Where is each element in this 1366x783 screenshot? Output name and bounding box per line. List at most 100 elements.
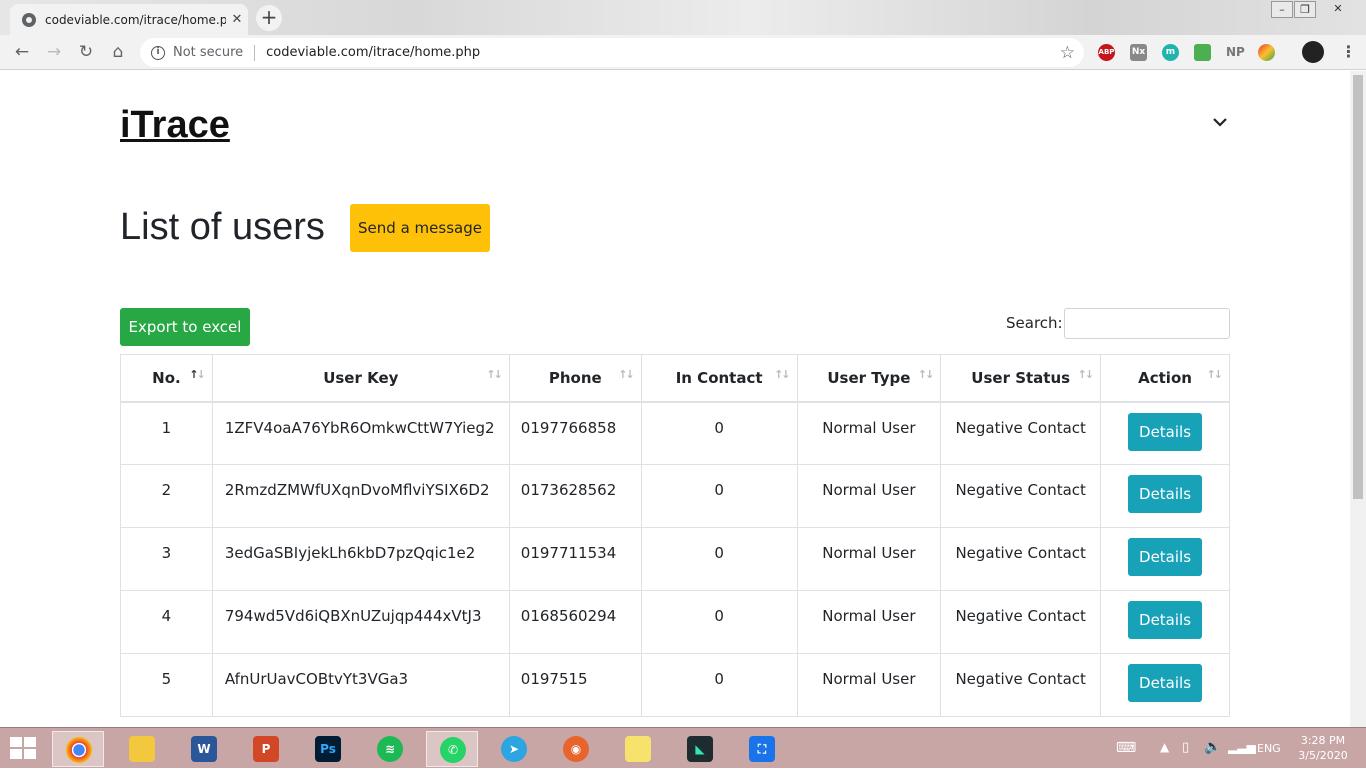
back-arrow-icon[interactable]: ←	[11, 41, 33, 63]
taskbar-clock[interactable]: 3:28 PM 3/5/2020	[1296, 733, 1350, 763]
header-user-key[interactable]: User Key ↑↓	[211, 354, 510, 403]
header-user-type[interactable]: User Type ↑↓	[796, 354, 942, 403]
windows-start-icon[interactable]	[10, 737, 38, 761]
bookmark-star-icon[interactable]: ☆	[1060, 43, 1075, 63]
sort-icon[interactable]: ↑↓	[189, 368, 206, 381]
color-extension-icon[interactable]	[1258, 44, 1275, 61]
taskbar-powerpoint[interactable]: P	[240, 731, 292, 767]
minimize-button[interactable]: –	[1271, 1, 1293, 18]
inbox-extension-icon[interactable]	[1194, 44, 1211, 61]
header-label: Phone	[548, 368, 602, 387]
forward-arrow-icon[interactable]: →	[43, 41, 65, 63]
cell-user-key: AfnUrUavCOBtvYt3VGa3	[211, 653, 510, 717]
taskbar-word[interactable]: W	[178, 731, 230, 767]
new-tab-button[interactable]: +	[256, 5, 282, 31]
cell-action: Details	[1100, 527, 1230, 591]
header-no[interactable]: No. ↑↓	[120, 354, 213, 403]
word-icon: W	[191, 736, 217, 762]
close-tab-icon[interactable]: ✕	[226, 12, 248, 27]
m-extension-icon[interactable]: m	[1162, 44, 1179, 61]
keyboard-icon[interactable]: ⌨	[1116, 740, 1136, 781]
sort-icon[interactable]: ↑↓	[486, 368, 503, 381]
header-label: User Status	[971, 368, 1071, 387]
cell-user-key: 3edGaSBIyjekLh6kbD7pzQqic1e2	[211, 527, 510, 591]
sort-icon[interactable]: ↑↓	[774, 368, 791, 381]
volume-icon[interactable]: 🔈	[1204, 739, 1221, 780]
cell-user-status: Negative Contact	[940, 464, 1102, 528]
battery-icon[interactable]: ▯	[1182, 740, 1189, 781]
url-text[interactable]: codeviable.com/itrace/home.php	[266, 45, 1060, 60]
nx-extension-icon[interactable]: Nx	[1130, 44, 1147, 61]
taskbar-photoshop[interactable]: Ps	[302, 731, 354, 767]
details-button[interactable]: Details	[1128, 601, 1203, 639]
restore-button[interactable]: ❐	[1294, 1, 1316, 18]
taskbar-telegram[interactable]: ➤	[488, 731, 540, 767]
taskbar-app-orange[interactable]: ◉	[550, 731, 602, 767]
send-message-button[interactable]: Send a message	[350, 204, 490, 252]
screenshot-icon: ⛶	[749, 736, 775, 762]
taskbar-chrome[interactable]	[52, 731, 104, 767]
tray-overflow-icon[interactable]: ▲	[1160, 740, 1169, 781]
cell-phone: 0197515	[508, 653, 642, 717]
adblock-extension-icon[interactable]: ABP	[1098, 44, 1115, 61]
table-row: 5 AfnUrUavCOBtvYt3VGa3 0197515 0 Normal …	[120, 653, 1230, 717]
taskbar-whatsapp[interactable]: ✆	[426, 731, 478, 767]
cell-user-status: Negative Contact	[940, 653, 1102, 717]
sort-icon[interactable]: ↑↓	[1078, 368, 1095, 381]
brand-link[interactable]: iTrace	[120, 104, 230, 147]
browser-tab[interactable]: codeviable.com/itrace/home.php ✕	[10, 4, 248, 35]
header-label: Action	[1138, 368, 1192, 387]
export-excel-button[interactable]: Export to excel	[120, 308, 250, 346]
cell-no: 2	[120, 464, 213, 528]
header-label: In Contact	[675, 368, 763, 387]
taskbar-filmora[interactable]: ◣	[674, 731, 726, 767]
np-extension-icon[interactable]: NP	[1226, 44, 1245, 61]
reload-icon[interactable]: ↻	[75, 41, 97, 63]
sort-icon[interactable]: ↑↓	[918, 368, 935, 381]
cell-user-key: 1ZFV4oaA76YbR6OmkwCttW7Yieg2	[211, 401, 510, 465]
clock-date: 3/5/2020	[1298, 749, 1348, 762]
taskbar-file-explorer[interactable]	[116, 731, 168, 767]
close-window-button[interactable]: ✕	[1318, 1, 1358, 18]
details-button[interactable]: Details	[1128, 412, 1203, 451]
info-icon[interactable]: i	[151, 45, 165, 60]
powerpoint-icon: P	[253, 736, 279, 762]
sort-icon[interactable]: ↑↓	[618, 368, 635, 381]
security-label: Not secure	[173, 45, 244, 60]
search-input[interactable]	[1064, 308, 1230, 339]
whatsapp-icon: ✆	[440, 737, 466, 763]
details-button[interactable]: Details	[1128, 538, 1203, 576]
omnibox-divider	[254, 44, 256, 61]
address-bar[interactable]: i Not secure codeviable.com/itrace/home.…	[140, 38, 1084, 67]
sort-icon[interactable]: ↑↓	[1207, 368, 1224, 381]
chevron-down-icon[interactable]	[1212, 116, 1228, 128]
cell-phone: 0197766858	[508, 401, 642, 465]
cell-no: 3	[120, 527, 213, 591]
folder-icon	[129, 736, 155, 762]
menu-kebab-icon[interactable]: ⋮	[1340, 43, 1357, 60]
profile-avatar[interactable]	[1302, 41, 1324, 63]
table-row: 4 794wd5Vd6iQBXnUZujqp444xVtJ3 016856029…	[120, 590, 1230, 654]
taskbar-sticky-notes[interactable]	[612, 731, 664, 767]
browser-tabbar: codeviable.com/itrace/home.php ✕ + – ❐ ✕	[0, 0, 1366, 35]
taskbar-spotify[interactable]: ≋	[364, 731, 416, 767]
spotify-icon: ≋	[377, 736, 403, 762]
cell-user-status: Negative Contact	[940, 527, 1102, 591]
taskbar-snipping[interactable]: ⛶	[736, 731, 788, 767]
cell-user-status: Negative Contact	[940, 590, 1102, 654]
clock-time: 3:28 PM	[1300, 734, 1346, 747]
header-in-contact[interactable]: In Contact ↑↓	[640, 354, 798, 403]
chrome-icon	[66, 737, 92, 763]
header-phone[interactable]: Phone ↑↓	[508, 354, 642, 403]
home-icon[interactable]: ⌂	[107, 41, 129, 63]
details-button[interactable]: Details	[1128, 475, 1203, 513]
header-user-status[interactable]: User Status ↑↓	[940, 354, 1102, 403]
header-action[interactable]: Action ↑↓	[1100, 354, 1230, 403]
language-indicator[interactable]: ENG	[1257, 742, 1281, 783]
sticky-notes-icon	[625, 736, 651, 762]
page-scrollbar[interactable]	[1350, 71, 1366, 727]
scrollbar-thumb[interactable]	[1353, 75, 1363, 499]
network-icon[interactable]: ▂▃▅	[1228, 740, 1256, 781]
globe-icon	[22, 12, 36, 27]
details-button[interactable]: Details	[1128, 664, 1203, 702]
